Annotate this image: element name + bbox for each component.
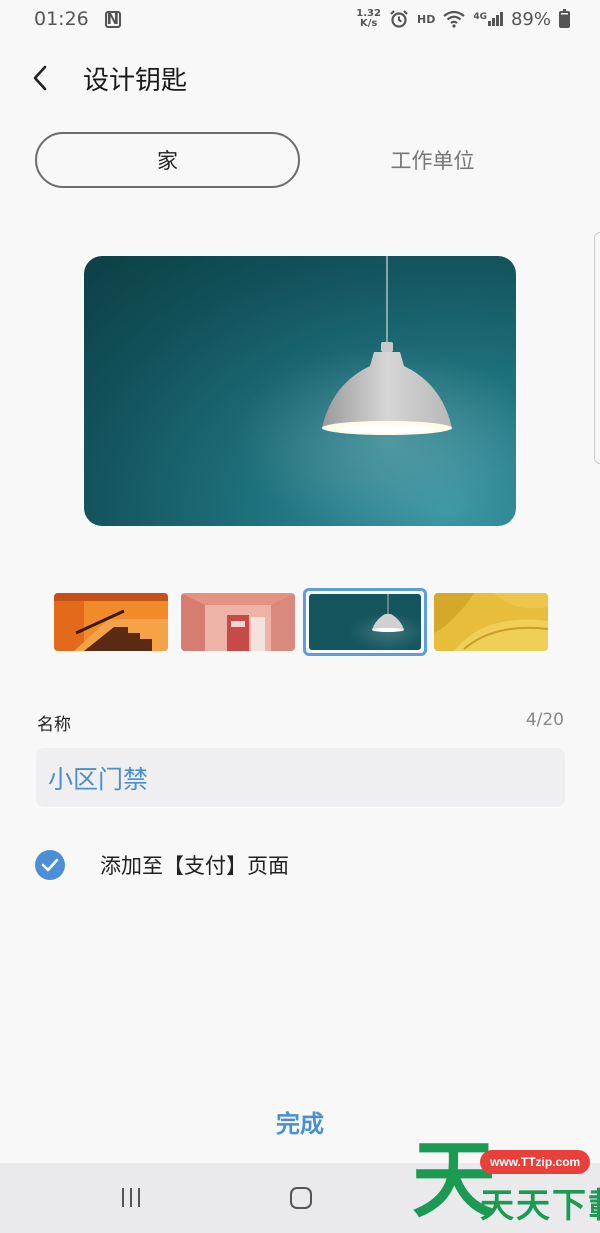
watermark-url: www.TTzip.com (480, 1150, 591, 1174)
header: 设计钥匙 (0, 52, 600, 104)
wifi-icon (443, 10, 466, 28)
chevron-left-icon (33, 65, 47, 91)
page-title: 设计钥匙 (83, 65, 188, 96)
recent-apps-button[interactable] (122, 1188, 140, 1207)
status-bar: 01:26 N 1.32 K/s HD 4G 89% (0, 0, 600, 38)
network-speed-unit: K/s (359, 18, 378, 29)
scroll-edge (594, 232, 600, 464)
tab-workplace[interactable]: 工作单位 (300, 132, 565, 188)
watermark-text: 天天下載 (480, 1186, 600, 1226)
add-to-pay-label: 添加至【支付】页面 (100, 854, 289, 878)
thumbnail-pink-hallway[interactable] (181, 593, 295, 651)
nfc-icon: N (104, 9, 121, 28)
battery-icon (559, 8, 570, 28)
battery-percent: 89% (510, 8, 551, 30)
name-label: 名称 (37, 715, 71, 735)
thumbnail-orange-staircase[interactable] (54, 593, 168, 651)
tab-bar: 家 工作单位 (35, 132, 565, 188)
home-button[interactable] (290, 1187, 312, 1209)
thumbnail-strip (54, 588, 548, 658)
thumbnail-yellow-sofa[interactable] (434, 593, 548, 651)
key-preview-image (84, 256, 516, 526)
thumbnail-pendant-lamp[interactable] (303, 588, 427, 656)
status-time: 01:26 (34, 8, 89, 30)
network-speed: 1.32 K/s (356, 9, 381, 29)
cell-signal-icon: 4G (473, 12, 503, 26)
add-to-pay-option[interactable]: 添加至【支付】页面 (35, 850, 289, 880)
name-input[interactable] (36, 748, 565, 807)
checkmark-icon (41, 858, 59, 872)
alarm-icon (390, 10, 408, 28)
status-right: 1.32 K/s HD 4G 89% (356, 8, 570, 30)
done-button[interactable]: 完成 (0, 1104, 600, 1139)
tab-home[interactable]: 家 (35, 132, 300, 188)
site-watermark: 天 www.TTzip.com 天天下載 (408, 1138, 600, 1233)
status-left: 01:26 N (34, 8, 121, 30)
checkbox-checked[interactable] (35, 850, 65, 880)
back-button[interactable] (0, 52, 80, 104)
name-char-counter: 4/20 (525, 710, 564, 730)
hd-badge: HD (416, 12, 436, 26)
network-type: 4G (473, 12, 487, 22)
